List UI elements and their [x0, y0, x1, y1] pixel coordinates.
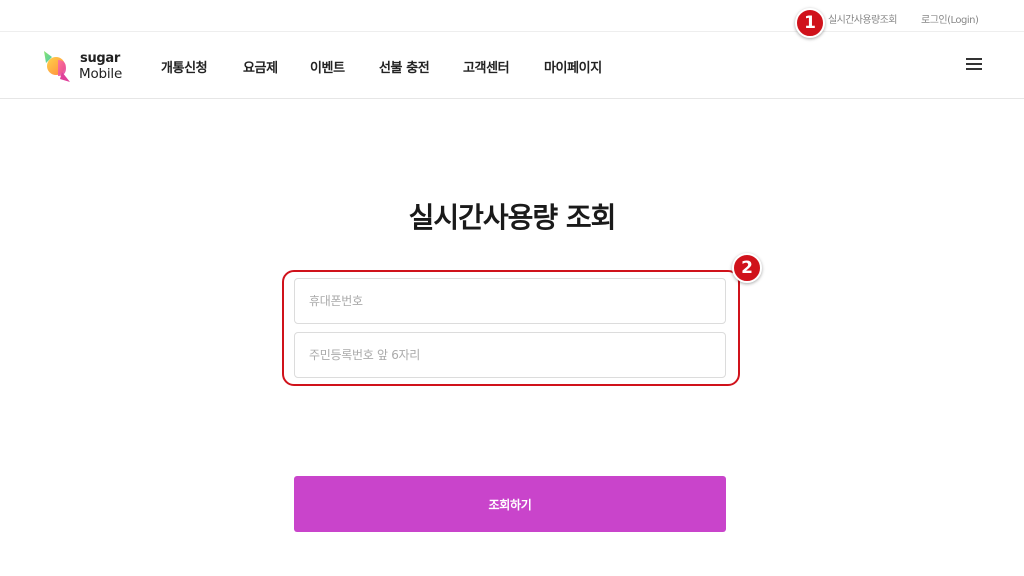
phone-number-input[interactable] [294, 278, 726, 324]
nav-item-customer-center[interactable]: 고객센터 [463, 57, 510, 76]
utility-bar: 실시간사용량조회 로그인(Login) [0, 0, 1024, 32]
sugar-mobile-logo[interactable]: sugar Mobile [38, 46, 138, 86]
candy-icon [44, 51, 70, 82]
login-link[interactable]: 로그인(Login) [921, 11, 979, 26]
nav-item-prepaid-charge[interactable]: 선불 충전 [379, 57, 430, 76]
lookup-submit-button[interactable]: 조회하기 [294, 476, 726, 532]
page-title: 실시간사용량 조회 [408, 201, 617, 234]
annotation-badge-1: 1 [795, 8, 825, 38]
id-number-input[interactable] [294, 332, 726, 378]
nav-item-my-page[interactable]: 마이페이지 [544, 57, 602, 76]
nav-item-events[interactable]: 이벤트 [310, 57, 345, 76]
hamburger-menu-icon[interactable] [966, 58, 982, 71]
nav-item-activation[interactable]: 개통신청 [161, 57, 208, 76]
logo-text-mobile: Mobile [79, 66, 123, 82]
realtime-usage-link[interactable]: 실시간사용량조회 [828, 11, 897, 26]
annotation-badge-2: 2 [732, 253, 762, 283]
page: 실시간사용량조회 로그인(Login) sugar Mobile 개통신청 요금… [0, 0, 1024, 576]
nav-item-plans[interactable]: 요금제 [243, 57, 278, 76]
logo-text-sugar: sugar [80, 51, 120, 66]
main-navigation: sugar Mobile 개통신청 요금제 이벤트 선불 충전 고객센터 마이페… [0, 33, 1024, 99]
